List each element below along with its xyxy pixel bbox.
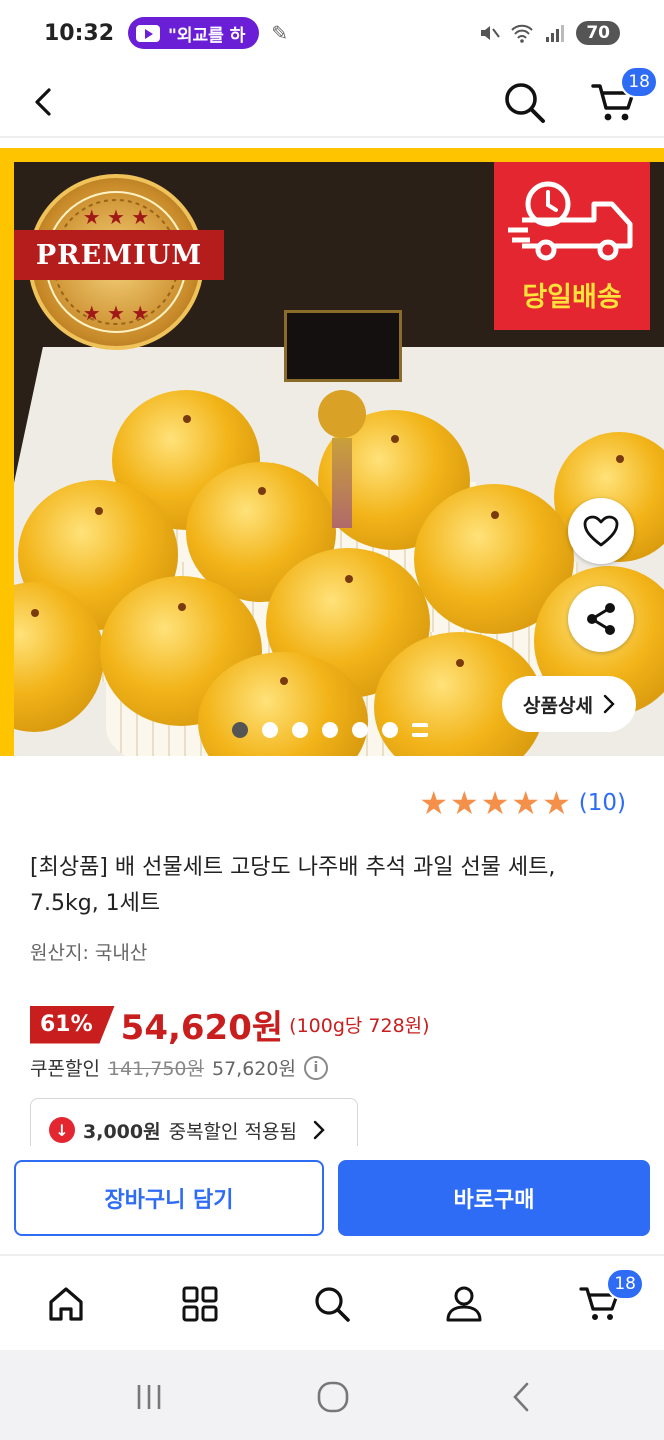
cart-button[interactable]: 18 [584,66,658,132]
star-icon: ★ [480,784,510,822]
product-detail-button[interactable]: 상품상세 [502,676,636,732]
extra-discount-text: 중복할인 적용됨 [168,1120,297,1143]
home-icon [49,1287,83,1321]
share-button[interactable] [568,586,634,652]
nav-home[interactable] [36,1274,96,1334]
delivery-label: 당일배송 [522,282,622,313]
rating[interactable]: ★ ★ ★ ★ ★ (10) [419,786,626,820]
nav-search[interactable] [302,1274,362,1334]
product-image-carousel[interactable]: ★ ★ ★ ★ ★ ★ PREMIUM 당일배송 상품상세 [0,148,664,756]
nav-cart[interactable]: 18 [570,1268,644,1334]
unit-price: (100g당 728원) [289,1015,430,1037]
pen-icon: ✎ [271,21,289,45]
purchase-actions: 장바구니 담기 바로구매 [0,1146,664,1254]
same-day-delivery-badge: 당일배송 [494,162,650,330]
chevron-right-icon [603,694,615,714]
sale-price: 54,620원 [120,1008,284,1048]
carousel-indicator [232,722,428,738]
product-title: [최상품] 배 선물세트 고당도 나주배 추석 과일 선물 세트, 7.5kg,… [30,855,556,916]
recent-apps-icon [137,1385,161,1409]
coupon-price: 57,620원 [211,1058,296,1080]
svg-text:★ ★ ★: ★ ★ ★ [83,205,150,229]
add-to-cart-button[interactable]: 장바구니 담기 [14,1160,324,1236]
box-label [284,310,402,382]
search-icon [505,83,545,123]
carousel-pause-icon[interactable] [412,723,428,737]
nav-category[interactable] [170,1274,230,1334]
star-icon: ★ [542,784,571,822]
product-page: 10:32 "외교를 하 ✎ 70 18 ★ ★ ★ ★ ★ ★ PREMIUM… [0,0,664,1440]
ornament [318,390,366,438]
status-icons: 70 [478,21,620,45]
category-icon [182,1286,218,1322]
arrow-down-icon: ↓ [49,1117,75,1143]
product-origin: 원산지: 국내산 [30,942,148,964]
coupon-row: 쿠폰할인 141,750원 57,620원 i [30,1054,328,1081]
system-back-button[interactable] [496,1372,546,1422]
notification-text: "외교를 하 [168,25,246,46]
mute-icon [481,26,501,40]
system-nav-bar [0,1350,664,1440]
discount-badge: 61% [30,1005,115,1044]
review-count[interactable]: (10) [579,790,626,816]
product-detail-label: 상품상세 [523,694,593,717]
premium-ribbon: PREMIUM [14,230,224,280]
buy-now-button[interactable]: 바로구매 [338,1160,650,1236]
share-icon [587,603,615,635]
signal-icon [546,25,565,42]
tassel [332,438,352,528]
info-icon[interactable]: i [303,1055,328,1080]
carousel-dot[interactable] [292,722,308,738]
bottom-nav: 18 [0,1254,664,1350]
search-button[interactable] [494,72,554,132]
star-icon: ★ [511,784,541,822]
home-circle-icon [317,1381,349,1413]
nav-profile[interactable] [434,1274,494,1334]
original-price: 141,750원 [107,1058,204,1080]
chevron-right-icon [313,1120,325,1140]
battery-level: 70 [576,21,620,45]
status-bar: 10:32 "외교를 하 ✎ 70 [0,0,664,66]
heart-icon [583,515,619,547]
cart-count-badge: 18 [606,1268,644,1300]
recent-apps-button[interactable] [124,1372,174,1422]
product-image: ★ ★ ★ ★ ★ ★ PREMIUM 당일배송 [14,162,664,756]
carousel-dot[interactable] [232,722,248,738]
youtube-notification[interactable]: "외교를 하 [128,17,260,49]
app-header: 18 [0,66,664,138]
carousel-dot[interactable] [262,722,278,738]
carousel-dot[interactable] [322,722,338,738]
cart-count-badge: 18 [620,66,658,98]
profile-icon [446,1286,482,1322]
carousel-dot[interactable] [352,722,368,738]
star-icon: ★ [450,784,479,822]
back-icon [513,1382,529,1412]
wishlist-button[interactable] [568,498,634,564]
search-icon [315,1287,350,1322]
extra-discount-amount: 3,000원 [83,1120,161,1143]
delivery-truck-icon [508,181,633,261]
carousel-dot[interactable] [382,722,398,738]
svg-text:★ ★ ★: ★ ★ ★ [83,301,150,325]
back-button[interactable] [14,72,74,132]
youtube-icon [136,24,161,42]
price-row: 61% 54,620원 (100g당 728원) [30,1000,430,1049]
home-button[interactable] [308,1372,358,1422]
status-time: 10:32 [44,20,115,46]
coupon-label: 쿠폰할인 [30,1058,100,1080]
back-icon [35,88,51,116]
wifi-icon [511,24,534,43]
star-icon: ★ [419,784,449,822]
